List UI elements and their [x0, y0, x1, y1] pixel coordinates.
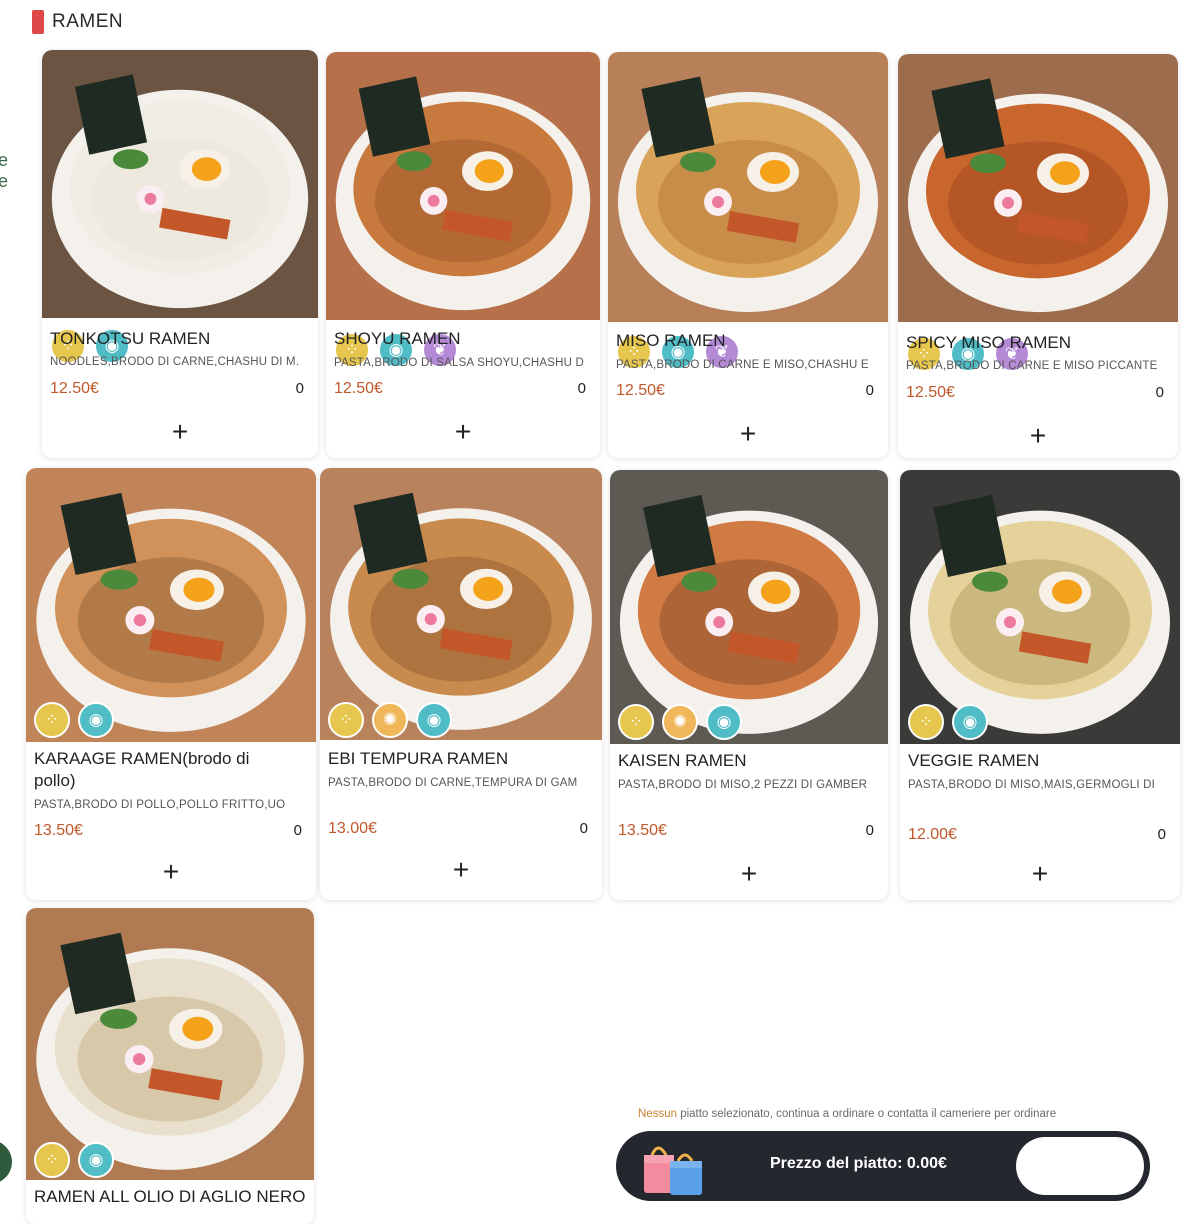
dish-description: PASTA,BRODO DI CARNE E MISO PICCANTE — [906, 360, 1158, 372]
shellfish-icon: ✺ — [662, 704, 698, 740]
dish-quantity: 0 — [865, 382, 874, 399]
dish-name: EBI TEMPURA RAMEN — [328, 749, 509, 768]
dish-card[interactable]: ⁘ ✺ ◉ EBI TEMPURA RAMEN PASTA,BRODO DI CARNE… — [320, 468, 602, 900]
wheat-icon: ⁘ — [328, 702, 364, 738]
allergen-badges: ⁘ ◉ — [34, 702, 114, 738]
allergen-badges: ⁘ ◉ — [908, 704, 988, 740]
dish-description: PASTA,BRODO DI POLLO,POLLO FRITTO,UO — [34, 799, 286, 811]
dish-photo[interactable] — [900, 470, 1180, 744]
shellfish-icon: ✺ — [372, 702, 408, 738]
dish-price: 12.50€ — [906, 384, 955, 401]
dish-name: KARAAGE RAMEN(brodo di pollo) — [34, 749, 250, 790]
soy-icon: ◉ — [706, 704, 742, 740]
dish-description: PASTA,BRODO DI CARNE,TEMPURA DI GAM — [328, 777, 578, 789]
dish-photo[interactable] — [42, 50, 318, 318]
dish-photo[interactable] — [610, 470, 888, 744]
allergen-badges: ⁘ ✺ ◉ — [328, 702, 452, 738]
dish-photo[interactable] — [26, 468, 316, 742]
dish-price: 13.50€ — [34, 822, 83, 839]
plus-icon[interactable]: + — [172, 418, 188, 446]
dish-photo[interactable] — [608, 52, 888, 322]
dish-name: SPICY MISO RAMEN — [906, 333, 1071, 352]
soy-icon: ◉ — [78, 1142, 114, 1178]
order-notice: Nessun piatto selezionato, continua a or… — [638, 1108, 1057, 1120]
section-header: RAMEN — [32, 10, 123, 34]
dish-name: SHOYU RAMEN — [334, 329, 461, 348]
dish-name: KAISEN RAMEN — [618, 751, 747, 770]
cart-bar: Prezzo del piatto: 0.00€ — [616, 1131, 1150, 1201]
dish-price: 13.50€ — [618, 822, 667, 839]
plus-icon[interactable]: + — [740, 420, 756, 448]
soy-icon: ◉ — [952, 704, 988, 740]
dish-description: PASTA,BRODO DI MISO,2 PEZZI DI GAMBER — [618, 779, 868, 791]
dish-quantity: 0 — [1155, 384, 1164, 401]
plus-icon[interactable]: + — [163, 858, 179, 886]
dish-quantity: 0 — [579, 820, 588, 837]
dish-description: PASTA,BRODO DI SALSA SHOYU,CHASHU D — [334, 357, 585, 369]
dish-name: RAMEN ALL OLIO DI AGLIO NERO — [34, 1187, 306, 1206]
section-title: RAMEN — [52, 11, 124, 32]
soy-icon: ◉ — [416, 702, 452, 738]
dish-photo[interactable] — [320, 468, 602, 740]
dish-description: PASTA,BRODO DI CARNE E MISO,CHASHU E — [616, 359, 869, 371]
cart-button[interactable] — [1016, 1137, 1144, 1195]
dish-card[interactable]: ⁘ ◉ ❦ SPICY MISO RAMEN PASTA,BRODO DI CARNE … — [898, 54, 1178, 458]
dish-description: NOODLES,BRODO DI CARNE,CHASHU DI M. — [50, 356, 300, 368]
dish-photo[interactable] — [898, 54, 1178, 322]
dish-name: TONKOTSU RAMEN — [50, 329, 211, 348]
dish-price: 12.00€ — [908, 826, 957, 843]
dish-photo[interactable] — [26, 908, 314, 1180]
dish-name: MISO RAMEN — [616, 331, 726, 350]
dish-quantity: 0 — [1157, 826, 1166, 843]
dish-quantity: 0 — [577, 380, 586, 397]
plus-icon[interactable]: + — [453, 856, 469, 884]
edge-fragment: ee — [0, 150, 9, 191]
dish-photo[interactable] — [326, 52, 600, 320]
dish-card[interactable]: ⁘ ◉ KARAAGE RAMEN(brodo di pollo) PASTA,BRO… — [26, 468, 316, 900]
cart-price: Prezzo del piatto: 0.00€ — [770, 1155, 947, 1172]
dish-description: PASTA,BRODO DI MISO,MAIS,GERMOGLI DI — [908, 779, 1156, 791]
wheat-icon: ⁘ — [34, 702, 70, 738]
section-marker — [32, 10, 44, 34]
side-handle[interactable] — [0, 1140, 12, 1184]
dish-price: 12.50€ — [616, 382, 665, 399]
dish-quantity: 0 — [295, 380, 304, 397]
dish-name: VEGGIE RAMEN — [908, 751, 1040, 770]
plus-icon[interactable]: + — [455, 418, 471, 446]
allergen-badges: ⁘ ✺ ◉ — [618, 704, 742, 740]
dish-card[interactable]: ⁘ ◉ ❦ SHOYU RAMEN PASTA,BRODO DI SALSA SHOYU… — [326, 52, 600, 458]
dish-card[interactable]: ⁘ ◉ RAMEN ALL OLIO DI AGLIO NERO — [26, 908, 314, 1224]
dish-price: 13.00€ — [328, 820, 377, 837]
plus-icon[interactable]: + — [741, 860, 757, 888]
dish-price: 12.50€ — [334, 380, 383, 397]
dish-card[interactable]: ⁘ ◉ ❦ MISO RAMEN PASTA,BRODO DI CARNE E MISO… — [608, 52, 888, 458]
dish-card[interactable]: ⁘ ◉ VEGGIE RAMEN PASTA,BRODO DI MISO,MAIS,G… — [900, 470, 1180, 900]
allergen-badges: ⁘ ◉ — [34, 1142, 114, 1178]
shopping-bags-icon[interactable] — [638, 1139, 718, 1197]
dish-card[interactable]: ⁘ ✺ ◉ KAISEN RAMEN PASTA,BRODO DI MISO,2 PEZ… — [610, 470, 888, 900]
wheat-icon: ⁘ — [908, 704, 944, 740]
dish-quantity: 0 — [865, 822, 874, 839]
wheat-icon: ⁘ — [34, 1142, 70, 1178]
dish-quantity: 0 — [293, 822, 302, 839]
soy-icon: ◉ — [78, 702, 114, 738]
dish-card[interactable]: ⁘ ◉ TONKOTSU RAMEN NOODLES,BRODO DI CARNE,C… — [42, 50, 318, 458]
wheat-icon: ⁘ — [618, 704, 654, 740]
dish-price: 12.50€ — [50, 380, 99, 397]
plus-icon[interactable]: + — [1030, 422, 1046, 450]
plus-icon[interactable]: + — [1032, 860, 1048, 888]
